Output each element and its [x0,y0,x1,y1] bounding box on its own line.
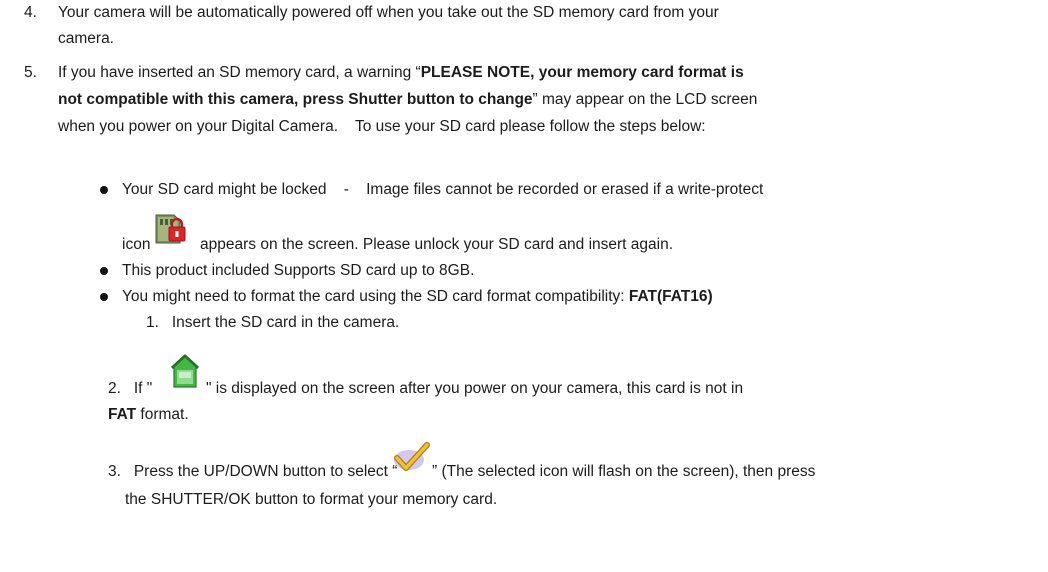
item-5-line-1: If you have inserted an SD memory card, … [58,62,744,84]
bullet-dot-2 [100,267,108,275]
step-2-prefix: 2. If " [108,380,153,397]
bullet-1-line-2: appears on the screen. Please unlock you… [200,236,674,253]
item-4-line-1: Your camera will be automatically powere… [58,4,719,21]
item-4-number: 4. [24,4,37,21]
step-2-text: " is displayed on the screen after you p… [206,380,744,397]
step-2-line-2: FAT format. [108,404,189,426]
bullet-1-line-1: Your SD card might be locked - Image fil… [122,181,764,198]
bullet-1-icon-label: icon [122,236,151,253]
checkmark-icon [394,442,430,471]
bullet-2-text: This product included Supports SD card u… [122,262,475,279]
item-5-number: 5. [24,64,37,81]
step-2-fat-bold: FAT [108,406,137,423]
green-card-icon [170,354,200,388]
step-2-suffix: format. [136,406,189,423]
bullet-3-line: You might need to format the card using … [122,286,713,308]
bullet-3-format-bold: FAT(FAT16) [628,288,713,305]
item-5-warning-bold-1: PLEASE NOTE, your memory card format is [420,64,744,81]
step-3-prefix: 3. Press the UP/DOWN button to select “ [108,463,398,480]
lock-card-icon [155,214,186,244]
step-1: 1. Insert the SD card in the camera. [146,314,400,331]
item-4-line-2: camera. [58,30,114,47]
step-3-line-2: the SHUTTER/OK button to format your mem… [125,491,498,508]
item-5-text-b: ” may appear on the LCD screen [532,91,758,108]
item-5-warning-bold-2: not compatible with this camera, press S… [58,91,533,108]
item-5-line-3: when you power on your Digital Camera. T… [58,118,706,135]
bullet-dot-3 [100,293,108,301]
item-5-text-a: If you have inserted an SD memory card, … [58,64,421,81]
bullet-3-text: You might need to format the card using … [122,288,629,305]
item-5-line-2: not compatible with this camera, press S… [58,89,757,111]
bullet-dot-1 [100,186,108,194]
step-3-text: ” (The selected icon will flash on the s… [432,463,816,480]
